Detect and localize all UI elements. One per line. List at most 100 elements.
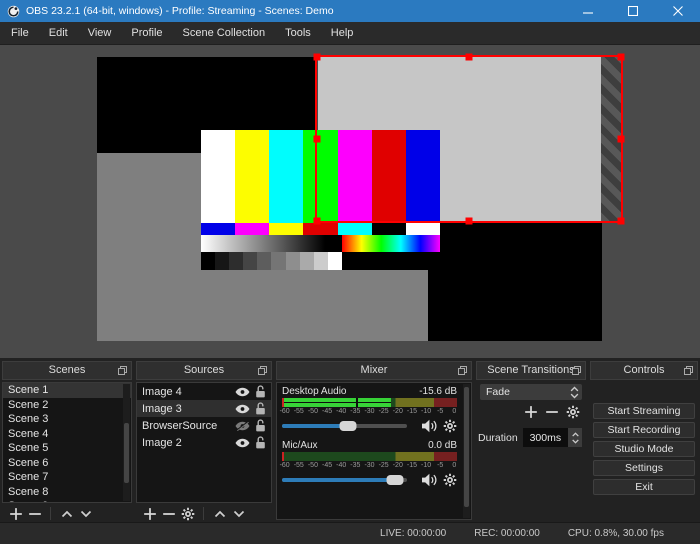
lock-icon[interactable] (255, 436, 266, 449)
scene-row[interactable]: Scene 7 (3, 470, 131, 485)
menu-item-scene-collection[interactable]: Scene Collection (173, 22, 276, 44)
slider-handle[interactable] (339, 421, 357, 431)
source-black-rect-bottom[interactable] (428, 223, 602, 341)
scene-row[interactable]: Scene 4 (3, 427, 131, 442)
scene-row[interactable]: Scene 8 (3, 485, 131, 500)
meter-tick-label: -10 (421, 408, 432, 415)
channel-name: Mic/Aux (282, 440, 318, 451)
selection-handle[interactable] (617, 135, 625, 143)
mute-speaker-icon[interactable] (421, 419, 438, 433)
visibility-eye-icon[interactable] (235, 387, 250, 397)
selection-handle[interactable] (313, 53, 321, 61)
scene-row[interactable]: Scene 6 (3, 456, 131, 471)
menu-item-edit[interactable]: Edit (39, 22, 78, 44)
move-scene-up-button[interactable] (57, 506, 76, 522)
volume-slider[interactable] (282, 473, 407, 487)
lock-icon[interactable] (255, 419, 266, 432)
colorbar-strip-column (235, 223, 270, 235)
source-row[interactable]: Image 2 (137, 434, 271, 451)
lock-icon[interactable] (255, 385, 266, 398)
visibility-eye-icon[interactable] (235, 404, 250, 414)
popout-icon[interactable] (684, 366, 693, 375)
selection-handle[interactable] (313, 135, 321, 143)
visibility-eye-icon[interactable] (235, 438, 250, 448)
obs-window: OBS 23.2.1 (64-bit, windows) - Profile: … (0, 0, 700, 544)
menu-item-file[interactable]: File (1, 22, 39, 44)
source-row[interactable]: BrowserSource (137, 417, 271, 434)
colorbar-strip-column (269, 223, 304, 235)
source-properties-button[interactable] (178, 506, 197, 522)
scenes-list[interactable]: Scene 1 Scene 2 Scene 3 Scene 4 Scene 5 Scene… (2, 382, 132, 503)
minimize-button[interactable] (565, 0, 610, 22)
move-scene-down-button[interactable] (76, 506, 95, 522)
duration-spinner[interactable]: 300ms (522, 428, 582, 447)
sources-list[interactable]: Image 4 Image 3 BrowserSource Image 2 (136, 382, 272, 503)
remove-scene-button[interactable] (25, 506, 44, 522)
meter-tick-label: 0 (452, 462, 457, 469)
scene-row[interactable]: Scene 2 (3, 398, 131, 413)
preview-area[interactable] (0, 45, 700, 358)
scrollbar-thumb[interactable] (464, 386, 469, 508)
scrollbar-thumb[interactable] (124, 422, 129, 484)
close-button[interactable] (655, 0, 700, 22)
menu-item-view[interactable]: View (78, 22, 122, 44)
selection-handle[interactable] (465, 53, 473, 61)
channel-settings-gear-icon[interactable] (443, 473, 457, 487)
popout-icon[interactable] (258, 366, 267, 375)
channel-settings-gear-icon[interactable] (443, 419, 457, 433)
scene-row[interactable]: Scene 9 (3, 499, 131, 502)
remove-transition-button[interactable] (545, 405, 559, 424)
selection-handle[interactable] (617, 53, 625, 61)
selection-handle[interactable] (313, 217, 321, 225)
title-bar[interactable]: OBS 23.2.1 (64-bit, windows) - Profile: … (0, 0, 700, 22)
scene-row[interactable]: Scene 1 (3, 383, 131, 398)
sources-panel-header[interactable]: Sources (136, 361, 272, 380)
transition-select[interactable]: Fade (480, 384, 582, 400)
menu-item-help[interactable]: Help (321, 22, 364, 44)
menu-item-tools[interactable]: Tools (275, 22, 321, 44)
add-transition-button[interactable] (524, 405, 538, 424)
move-source-down-button[interactable] (229, 506, 248, 522)
studio-mode-button[interactable]: Studio Mode (593, 441, 695, 457)
selection-handle[interactable] (617, 217, 625, 225)
selection-bounding-box[interactable] (313, 53, 625, 225)
add-source-button[interactable] (140, 506, 159, 522)
add-scene-button[interactable] (6, 506, 25, 522)
transition-properties-button[interactable] (566, 405, 580, 424)
scenes-panel-header[interactable]: Scenes (2, 361, 132, 380)
popout-icon[interactable] (118, 366, 127, 375)
mixer-scrollbar[interactable] (463, 384, 470, 518)
source-row[interactable]: Image 3 (137, 400, 271, 417)
gray-step (327, 252, 342, 270)
mixer-panel: Mixer Desktop Audio -15.6 dB -60 -55 -50 -45-… (276, 361, 472, 520)
remove-source-button[interactable] (159, 506, 178, 522)
source-row[interactable]: Image 4 (137, 383, 271, 400)
duration-row: Duration 300ms (478, 428, 582, 447)
start-recording-button[interactable]: Start Recording (593, 422, 695, 438)
mixer-panel-header[interactable]: Mixer (276, 361, 472, 380)
meter-tick-label: -45 (322, 462, 333, 469)
menu-item-profile[interactable]: Profile (121, 22, 172, 44)
colorbar-strip-column (337, 223, 372, 235)
duration-spin-buttons[interactable] (568, 428, 582, 447)
visibility-eye-off-icon[interactable] (235, 420, 250, 431)
scenes-scrollbar[interactable] (123, 384, 130, 501)
volume-slider[interactable] (282, 419, 407, 433)
transitions-panel-header[interactable]: Scene Transitions (476, 361, 586, 380)
scenes-panel-title: Scenes (48, 364, 86, 376)
move-source-up-button[interactable] (210, 506, 229, 522)
start-streaming-button[interactable]: Start Streaming (593, 403, 695, 419)
controls-panel-header[interactable]: Controls (590, 361, 698, 380)
settings-button[interactable]: Settings (593, 460, 695, 476)
lock-icon[interactable] (255, 402, 266, 415)
gray-step (229, 252, 244, 270)
maximize-button[interactable] (610, 0, 655, 22)
exit-button[interactable]: Exit (593, 479, 695, 495)
selection-handle[interactable] (465, 217, 473, 225)
slider-handle[interactable] (386, 475, 403, 485)
scene-row[interactable]: Scene 3 (3, 412, 131, 427)
popout-icon[interactable] (458, 366, 467, 375)
scene-row[interactable]: Scene 5 (3, 441, 131, 456)
mute-speaker-icon[interactable] (421, 473, 438, 487)
popout-icon[interactable] (572, 366, 581, 375)
